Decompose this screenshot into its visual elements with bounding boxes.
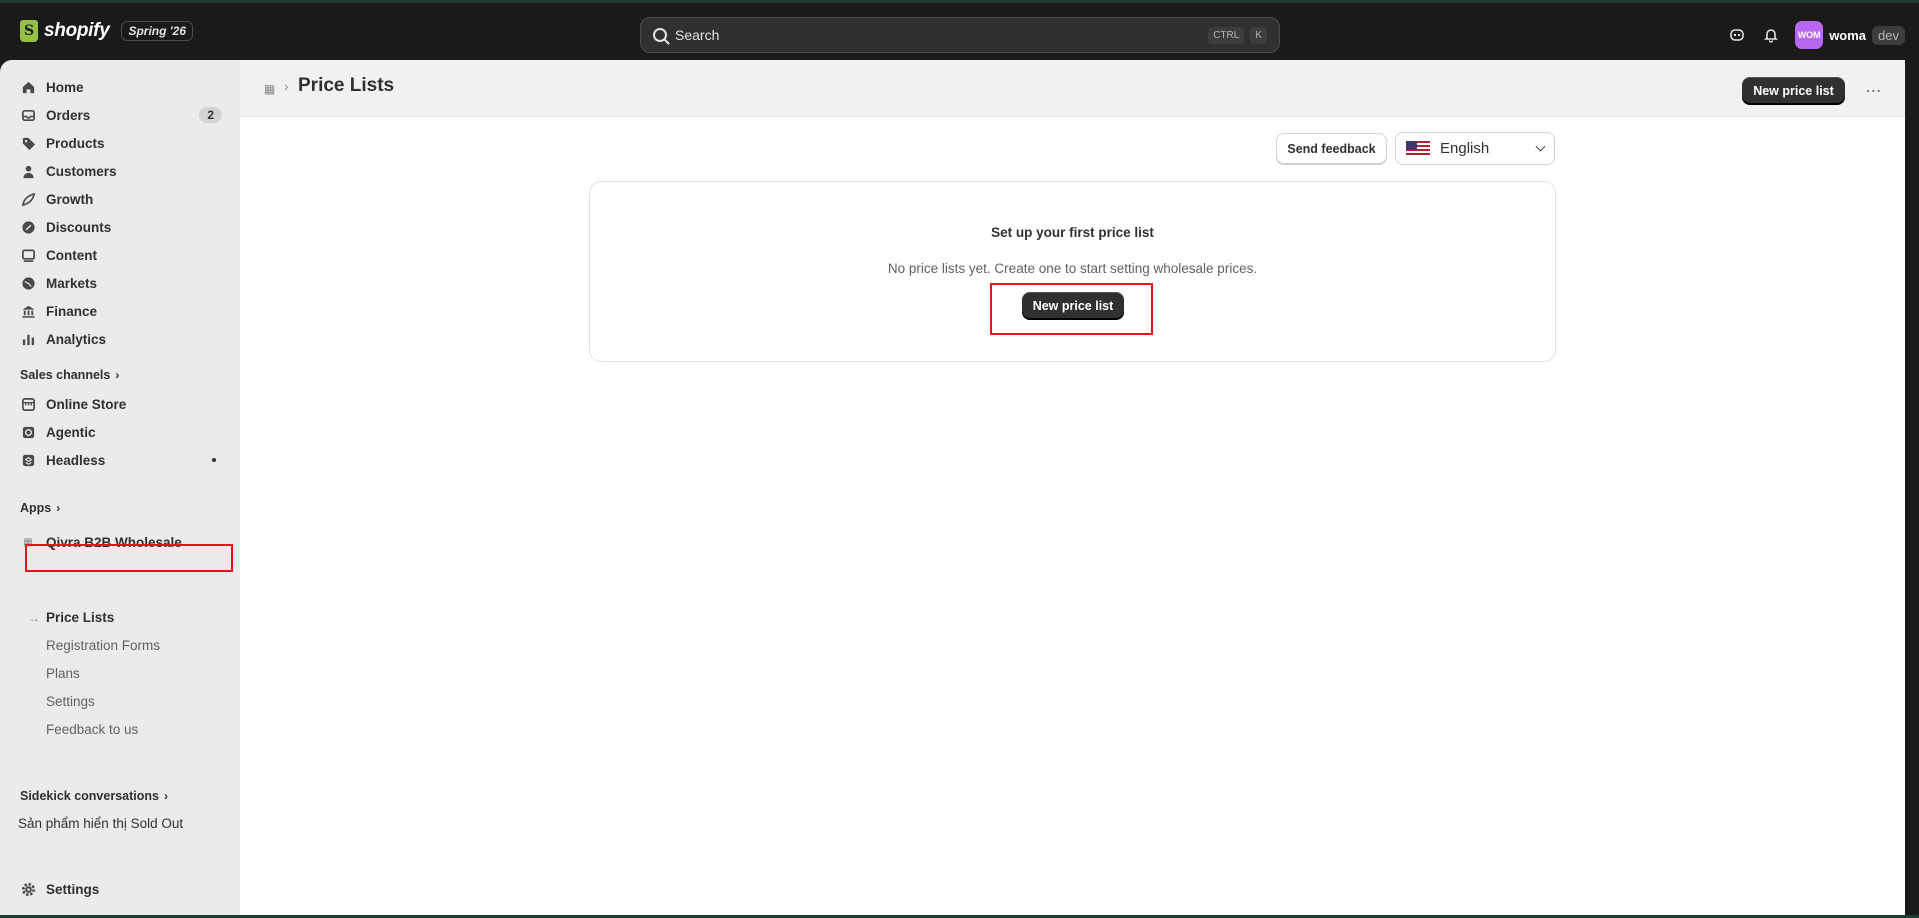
- sidebar-item-discounts[interactable]: Discounts: [10, 214, 230, 240]
- sidebar-item-label: Home: [46, 79, 84, 95]
- sidebar-item-label: Markets: [46, 275, 98, 291]
- inbox-icon: [20, 107, 36, 123]
- chevron-right-icon: ›: [56, 501, 61, 515]
- sidebar-item-headless[interactable]: Headless: [10, 447, 230, 473]
- us-flag-icon: [1406, 140, 1430, 157]
- sidebar-item-content[interactable]: Content: [10, 242, 230, 268]
- empty-state-description: No price lists yet. Create one to start …: [887, 261, 1258, 276]
- edition-badge: Spring '26: [121, 21, 194, 41]
- search-bar[interactable]: Search CTRL K: [640, 17, 1280, 53]
- bar-chart-icon: [20, 331, 36, 347]
- main-content: ▦ › Price Lists New price list ⋯ Send fe…: [240, 60, 1905, 915]
- avatar[interactable]: WOM: [1795, 21, 1824, 49]
- headless-icon: [20, 452, 36, 468]
- shortcut-k: K: [1250, 26, 1267, 44]
- page-title: Price Lists: [298, 75, 395, 96]
- sidebar-item-label: Orders: [46, 107, 91, 123]
- sidekick-icon[interactable]: [1727, 25, 1747, 45]
- agentic-icon: [20, 424, 36, 440]
- sidebar-item-label: Growth: [46, 191, 94, 207]
- orders-count-badge: 2: [199, 107, 222, 123]
- empty-state-title: Set up your first price list: [991, 225, 1154, 240]
- sidebar-item-label: Finance: [46, 303, 98, 319]
- sidekick-conversation-item[interactable]: Sản phẩm hiển thị Sold Out: [18, 816, 183, 831]
- app-breadcrumb-icon[interactable]: ▦: [264, 82, 276, 96]
- more-actions-icon[interactable]: ⋯: [1860, 78, 1888, 104]
- sidebar-item-label: Agentic: [46, 424, 96, 440]
- sidebar-item-label: Discounts: [46, 219, 112, 235]
- search-icon: [653, 28, 667, 42]
- arrow-right-icon: →: [28, 611, 40, 625]
- sidebar-item-orders[interactable]: Orders 2: [10, 102, 230, 128]
- sidebar-item-products[interactable]: Products: [10, 130, 230, 156]
- store-icon: [20, 396, 36, 412]
- store-badge: dev: [1872, 25, 1905, 45]
- gear-icon: [20, 881, 36, 897]
- sidebar-item-growth[interactable]: Growth: [10, 186, 230, 212]
- sidebar-item-analytics[interactable]: Analytics: [10, 326, 230, 352]
- sidebar-item-home[interactable]: Home: [10, 74, 230, 100]
- window-edge: [1905, 60, 1919, 918]
- sales-channels-heading[interactable]: Sales channels ›: [20, 368, 119, 382]
- top-bar: shopify Spring '26 Search CTRL K WOM wom…: [0, 0, 1919, 60]
- brand-name: shopify: [44, 20, 110, 41]
- highlight-price-lists-nav: [25, 544, 233, 572]
- sidebar-item-agentic[interactable]: Agentic: [10, 419, 230, 445]
- sidebar-item-label: Customers: [46, 163, 117, 179]
- shopify-bag-icon: [20, 20, 38, 42]
- sidebar-item-label: Content: [46, 247, 97, 263]
- bank-icon: [20, 303, 36, 319]
- chevron-right-icon: ›: [115, 368, 120, 382]
- store-name[interactable]: woma: [1829, 28, 1866, 43]
- shortcut-ctrl: CTRL: [1208, 26, 1245, 44]
- chevron-down-icon: [1535, 141, 1546, 152]
- page-header: ▦ › Price Lists New price list ⋯: [240, 60, 1905, 117]
- content-icon: [20, 247, 36, 263]
- sidebar-item-label: Products: [46, 135, 105, 151]
- sidekick-heading[interactable]: Sidekick conversations ›: [20, 789, 168, 803]
- sidebar: Home Orders 2 Products Customers Growth …: [0, 60, 240, 915]
- tag-icon: [20, 135, 36, 151]
- language-value: English: [1440, 140, 1490, 157]
- subnav-settings[interactable]: Settings: [46, 694, 95, 709]
- sidebar-item-label: Online Store: [46, 396, 127, 412]
- breadcrumb-separator: ›: [284, 78, 289, 94]
- bell-icon[interactable]: [1761, 25, 1781, 45]
- sidebar-item-finance[interactable]: Finance: [10, 298, 230, 324]
- growth-icon: [20, 191, 36, 207]
- shopify-logo[interactable]: shopify Spring '26: [20, 20, 194, 42]
- sidebar-item-customers[interactable]: Customers: [10, 158, 230, 184]
- search-placeholder: Search: [675, 27, 720, 43]
- chevron-right-icon: ›: [163, 789, 168, 803]
- sidebar-item-label: Settings: [46, 881, 100, 897]
- sidebar-item-label: Headless: [46, 452, 106, 468]
- home-icon: [20, 79, 36, 95]
- sales-channels-label: Sales channels: [20, 368, 111, 382]
- sidebar-item-online-store[interactable]: Online Store: [10, 391, 230, 417]
- language-select[interactable]: English: [1395, 132, 1555, 165]
- top-right-actions: WOM woma dev: [1727, 21, 1905, 49]
- sidebar-item-markets[interactable]: Markets: [10, 270, 230, 296]
- discount-icon: [20, 219, 36, 235]
- subnav-plans[interactable]: Plans: [46, 666, 80, 681]
- sidekick-label: Sidekick conversations: [20, 789, 159, 803]
- highlight-new-price-list-button: [990, 283, 1153, 335]
- unread-dot: [212, 458, 216, 462]
- send-feedback-button[interactable]: Send feedback: [1276, 133, 1387, 164]
- new-price-list-header-button[interactable]: New price list: [1742, 77, 1845, 105]
- subnav-registration-forms[interactable]: Registration Forms: [46, 638, 160, 653]
- person-icon: [20, 163, 36, 179]
- subnav-price-lists[interactable]: Price Lists: [46, 610, 114, 625]
- subnav-feedback[interactable]: Feedback to us: [46, 722, 138, 737]
- apps-label: Apps: [20, 501, 52, 515]
- globe-icon: [20, 275, 36, 291]
- sidebar-item-settings[interactable]: Settings: [10, 876, 230, 902]
- sidebar-item-label: Analytics: [46, 331, 107, 347]
- apps-heading[interactable]: Apps ›: [20, 501, 60, 515]
